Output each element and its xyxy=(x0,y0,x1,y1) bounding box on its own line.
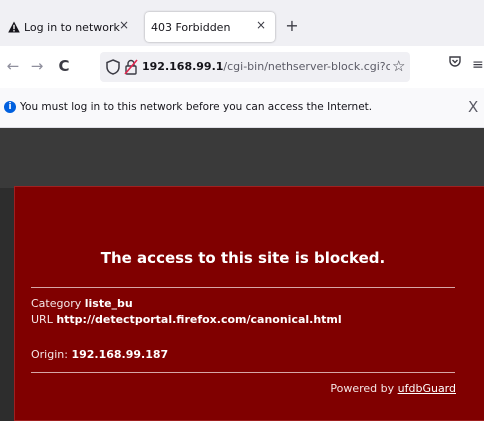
menu-icon[interactable]: ≡ xyxy=(472,57,484,73)
category-label: Category xyxy=(31,297,82,310)
url-text[interactable]: 192.168.99.1/cgi-bin/nethserver-block.cg… xyxy=(142,60,390,73)
url-path: /cgi-bin/nethserver-block.cgi?clientaddr… xyxy=(223,60,390,73)
back-button[interactable]: ← xyxy=(4,57,22,75)
close-tab-icon[interactable]: × xyxy=(116,18,132,32)
tab-title: 403 Forbidden xyxy=(151,20,231,34)
navigation-bar: ← → C 192.168.99.1/cgi-bin/nethserver-bl… xyxy=(0,46,484,88)
close-notification-button[interactable]: X xyxy=(468,98,478,116)
divider xyxy=(31,287,455,288)
pocket-icon[interactable] xyxy=(448,55,462,69)
url-host: 192.168.99.1 xyxy=(142,60,224,73)
url-line: URL http://detectportal.firefox.com/cano… xyxy=(31,313,342,326)
powered-by: Powered by ufdbGuard xyxy=(330,382,456,395)
url-label: URL xyxy=(31,313,53,326)
powered-label: Powered by xyxy=(330,382,395,395)
shield-icon[interactable] xyxy=(106,59,120,75)
blocked-url-value: http://detectportal.firefox.com/canonica… xyxy=(56,313,342,326)
url-bar[interactable]: 192.168.99.1/cgi-bin/nethserver-block.cg… xyxy=(100,52,410,82)
divider xyxy=(31,372,455,373)
tab-403-forbidden[interactable]: 403 Forbidden × xyxy=(145,12,275,42)
blocked-panel: The access to this site is blocked. Cate… xyxy=(14,186,484,421)
insecure-lock-icon[interactable] xyxy=(124,59,138,75)
origin-value: 192.168.99.187 xyxy=(71,348,169,361)
origin-label: Origin: xyxy=(31,348,68,361)
bookmark-star-icon[interactable]: ☆ xyxy=(392,57,405,75)
origin-line: Origin: 192.168.99.187 xyxy=(31,348,168,361)
close-tab-icon[interactable]: × xyxy=(253,18,269,32)
new-tab-button[interactable]: + xyxy=(283,16,301,35)
tab-log-in-to-network[interactable]: Log in to network × xyxy=(4,12,138,42)
reload-button[interactable]: C xyxy=(55,57,73,75)
notification-text: You must log in to this network before y… xyxy=(20,101,373,113)
category-value: liste_bu xyxy=(84,297,133,310)
tab-title: Log in to network xyxy=(24,20,120,34)
tab-strip: Log in to network × 403 Forbidden × + xyxy=(0,0,484,46)
ufdbguard-link[interactable]: ufdbGuard xyxy=(398,382,456,395)
warning-icon xyxy=(8,21,20,33)
category-line: Category liste_bu xyxy=(31,297,133,310)
info-icon: i xyxy=(4,101,16,113)
page-title: The access to this site is blocked. xyxy=(100,249,386,267)
forward-button[interactable]: → xyxy=(28,57,46,75)
captive-portal-notification: i You must log in to this network before… xyxy=(0,88,484,128)
page-header-band xyxy=(0,128,484,188)
